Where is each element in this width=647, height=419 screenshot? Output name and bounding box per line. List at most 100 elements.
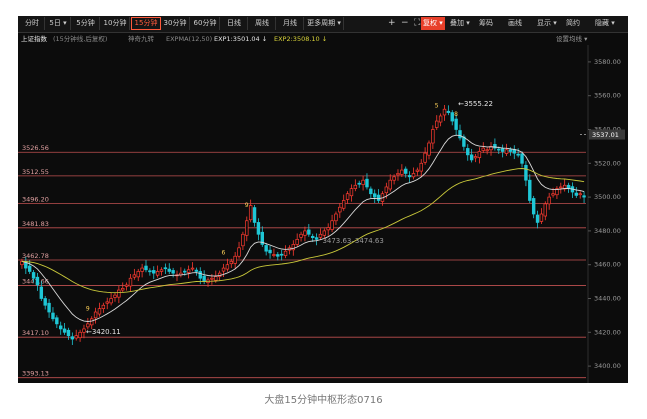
period-tab-10[interactable]: 更多周期 ▾ bbox=[305, 17, 344, 30]
candle-body[interactable] bbox=[497, 148, 501, 151]
candle-body[interactable] bbox=[237, 247, 241, 257]
candle-body[interactable] bbox=[198, 271, 202, 279]
period-tab-0[interactable]: 分时 bbox=[20, 17, 45, 30]
candle-body[interactable] bbox=[334, 213, 338, 222]
candle-body[interactable] bbox=[109, 298, 113, 304]
candle-body[interactable] bbox=[233, 255, 237, 264]
candle-body[interactable] bbox=[241, 233, 245, 247]
candle-body[interactable] bbox=[268, 249, 272, 254]
candle-body[interactable] bbox=[229, 260, 233, 265]
period-tab-8[interactable]: 周线 bbox=[249, 17, 276, 30]
candle-body[interactable] bbox=[221, 267, 226, 272]
candle-body[interactable] bbox=[190, 267, 195, 270]
candle-body[interactable] bbox=[535, 214, 540, 223]
candle-body[interactable] bbox=[117, 289, 121, 298]
candle-body[interactable] bbox=[369, 188, 373, 195]
candle-body[interactable] bbox=[43, 298, 47, 306]
candle-body[interactable] bbox=[574, 192, 579, 196]
candle-body[interactable] bbox=[473, 156, 478, 159]
candle-body[interactable] bbox=[214, 276, 218, 281]
candle-body[interactable] bbox=[105, 301, 109, 304]
candle-body[interactable] bbox=[361, 179, 365, 185]
simple-button[interactable]: 简约 bbox=[566, 17, 580, 30]
candle-body[interactable] bbox=[543, 203, 548, 217]
candle-body[interactable] bbox=[140, 267, 144, 272]
candle-body[interactable] bbox=[341, 200, 346, 209]
candle-body[interactable] bbox=[415, 169, 420, 172]
candle-body[interactable] bbox=[481, 147, 485, 151]
period-tab-1[interactable]: 5日 ▾ bbox=[46, 17, 71, 30]
candle-body[interactable] bbox=[299, 233, 303, 238]
candle-body[interactable] bbox=[245, 220, 249, 236]
candle-body[interactable] bbox=[582, 195, 586, 198]
zoom-in-icon[interactable]: + bbox=[388, 17, 396, 30]
candle-body[interactable] bbox=[62, 328, 67, 333]
candle-body[interactable] bbox=[322, 230, 327, 236]
candle-body[interactable] bbox=[303, 230, 307, 236]
candle-body[interactable] bbox=[47, 302, 51, 313]
hide-button[interactable]: 隐藏 ▾ bbox=[595, 17, 615, 30]
candle-body[interactable] bbox=[124, 284, 129, 287]
candle-body[interactable] bbox=[404, 168, 408, 174]
candle-body[interactable] bbox=[82, 328, 86, 333]
candle-body[interactable] bbox=[55, 317, 59, 325]
candle-body[interactable] bbox=[466, 148, 470, 156]
candle-body[interactable] bbox=[74, 335, 78, 339]
candle-body[interactable] bbox=[113, 294, 117, 298]
candle-body[interactable] bbox=[349, 188, 354, 197]
candle-body[interactable] bbox=[508, 149, 513, 152]
candle-body[interactable] bbox=[93, 311, 98, 319]
display-button[interactable]: 显示 ▾ bbox=[537, 17, 557, 30]
candle-body[interactable] bbox=[276, 254, 280, 257]
candle-body[interactable] bbox=[27, 265, 32, 272]
candle-body[interactable] bbox=[163, 267, 168, 270]
candle-body[interactable] bbox=[419, 162, 423, 172]
period-tab-5[interactable]: 30分钟 bbox=[161, 17, 190, 30]
candle-body[interactable] bbox=[66, 329, 71, 337]
candle-body[interactable] bbox=[357, 182, 361, 185]
candle-body[interactable] bbox=[547, 196, 551, 205]
candle-body[interactable] bbox=[39, 286, 44, 299]
candle-body[interactable] bbox=[210, 277, 214, 280]
candle-body[interactable] bbox=[159, 269, 164, 272]
candle-body[interactable] bbox=[97, 308, 102, 315]
candle-body[interactable] bbox=[411, 173, 416, 178]
candle-body[interactable] bbox=[400, 169, 404, 175]
expma-indicator[interactable]: EXPMA(12,50) bbox=[166, 33, 212, 45]
fullscreen-icon[interactable]: ⛶ bbox=[414, 17, 420, 30]
candle-body[interactable] bbox=[264, 245, 268, 252]
zoom-out-icon[interactable]: − bbox=[401, 17, 409, 30]
candle-body[interactable] bbox=[283, 250, 288, 256]
candle-body[interactable] bbox=[314, 237, 319, 240]
candle-body[interactable] bbox=[388, 179, 392, 190]
candle-body[interactable] bbox=[279, 253, 284, 256]
period-tab-9[interactable]: 月线 bbox=[277, 17, 304, 30]
candle-body[interactable] bbox=[183, 270, 187, 273]
candle-body[interactable] bbox=[144, 265, 148, 271]
candle-body[interactable] bbox=[528, 179, 532, 201]
candle-body[interactable] bbox=[167, 268, 171, 272]
candle-body[interactable] bbox=[384, 186, 389, 194]
candle-body[interactable] bbox=[458, 130, 462, 139]
candle-body[interactable] bbox=[454, 118, 458, 130]
set-ma-button[interactable]: 设置均线 ▾ bbox=[556, 33, 587, 45]
candle-body[interactable] bbox=[256, 222, 261, 235]
candle-body[interactable] bbox=[438, 115, 443, 123]
magic-nine-indicator[interactable]: 神奇九转 bbox=[128, 33, 154, 45]
candle-body[interactable] bbox=[539, 213, 544, 222]
candle-body[interactable] bbox=[469, 154, 474, 161]
candle-body[interactable] bbox=[186, 269, 191, 273]
candle-body[interactable] bbox=[365, 178, 369, 188]
candle-body[interactable] bbox=[500, 148, 505, 152]
index-name[interactable]: 上证指数 bbox=[21, 33, 47, 45]
candle-body[interactable] bbox=[307, 229, 311, 235]
period-tab-3[interactable]: 10分钟 bbox=[101, 17, 130, 30]
chips-button[interactable]: 筹码 bbox=[479, 17, 493, 30]
candle-body[interactable] bbox=[516, 153, 520, 156]
candle-body[interactable] bbox=[485, 149, 489, 152]
candle-body[interactable] bbox=[446, 110, 451, 113]
candle-body[interactable] bbox=[101, 304, 106, 309]
candle-body[interactable] bbox=[171, 270, 175, 274]
candle-body[interactable] bbox=[396, 173, 400, 176]
candle-body[interactable] bbox=[442, 108, 447, 116]
